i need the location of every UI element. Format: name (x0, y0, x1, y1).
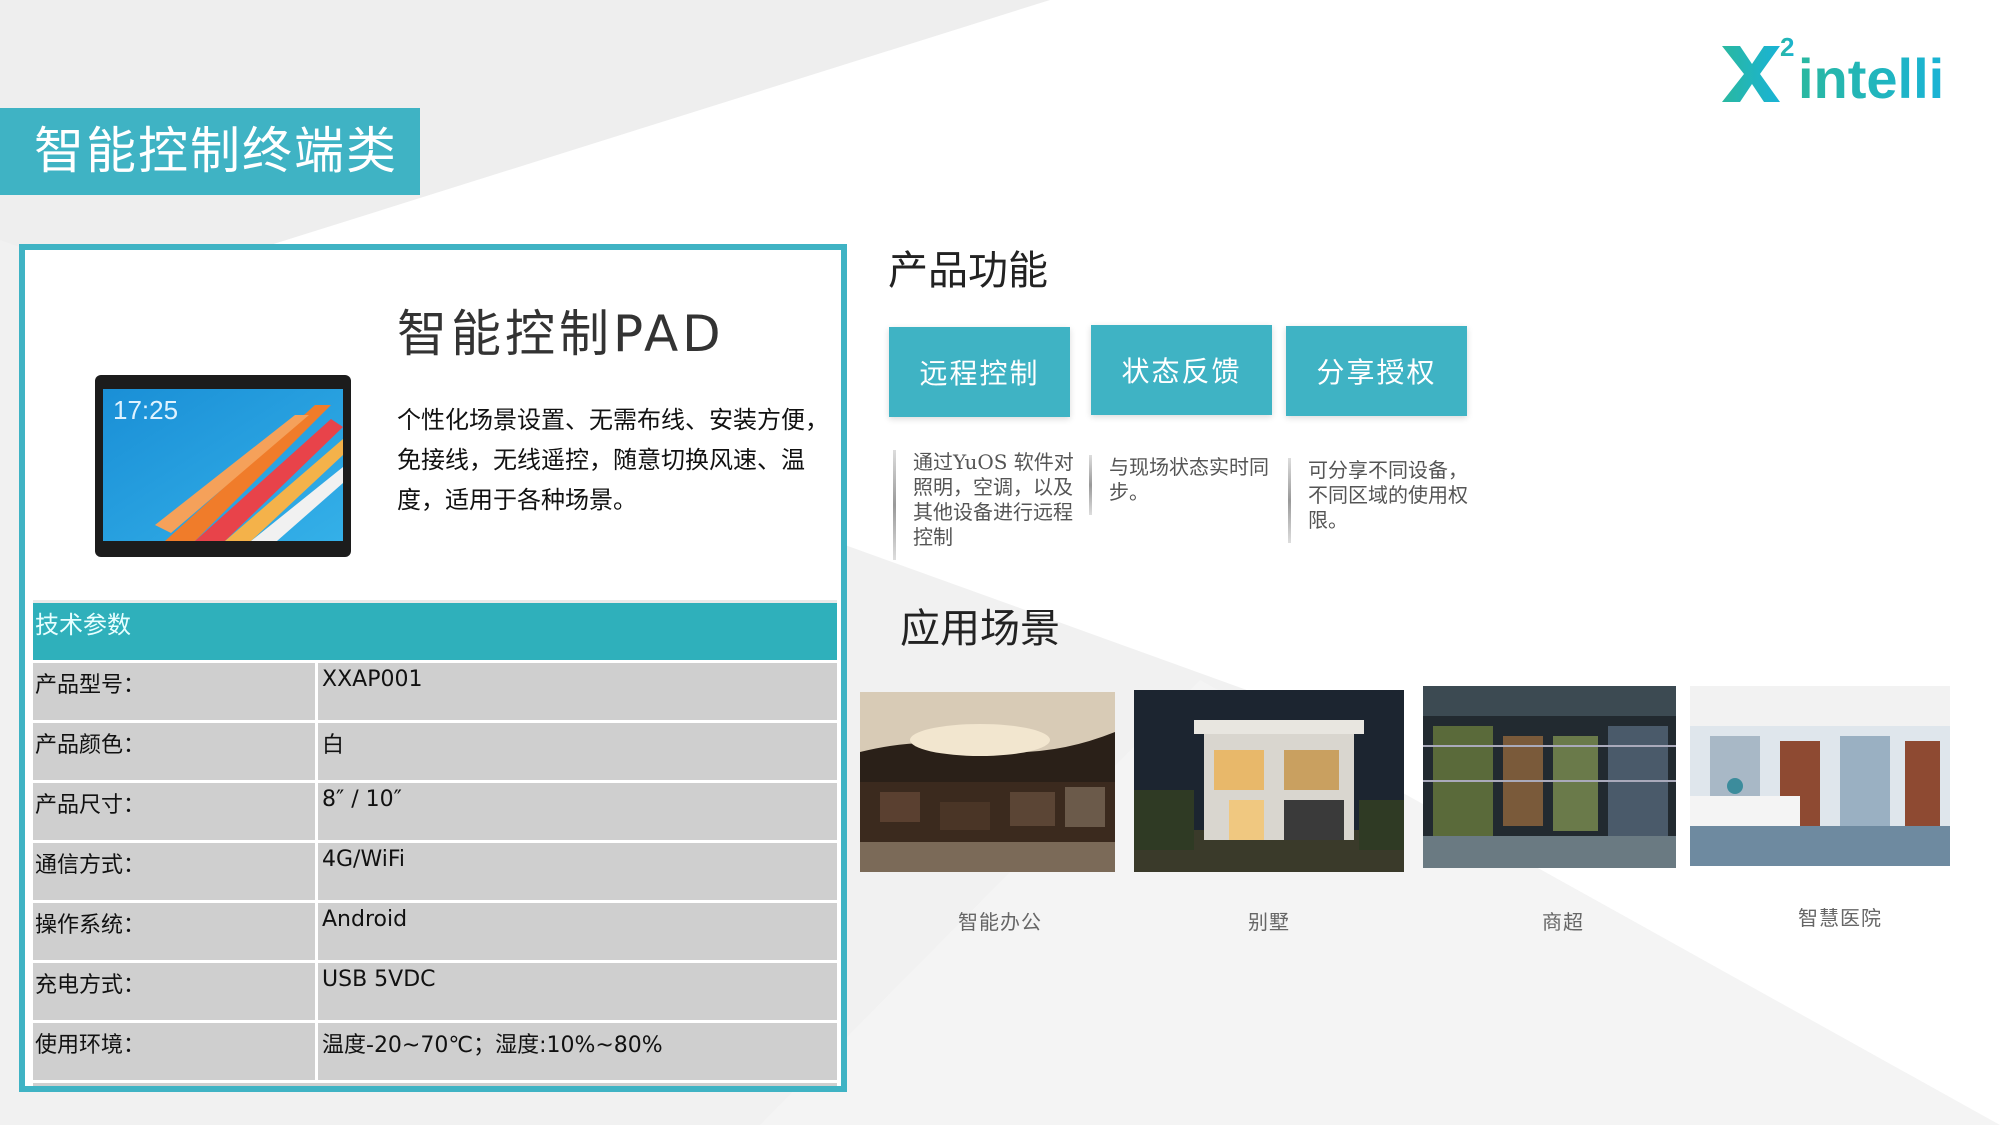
scene-office-image (860, 692, 1115, 872)
page-title: 智能控制终端类 (0, 108, 420, 195)
spec-value: Android (322, 907, 408, 932)
features-title: 产品功能 (888, 248, 1048, 294)
scene-villa-label: 别墅 (1248, 910, 1290, 934)
feature-status-feedback-button[interactable]: 状态反馈 (1091, 325, 1272, 415)
product-name: 智能控制PAD (397, 305, 725, 363)
table-row: 产品颜色： 白 (33, 720, 837, 780)
spec-value: 8″ / 10″ (322, 787, 402, 812)
svg-text:17:25: 17:25 (113, 395, 178, 425)
tablet-image: 17:25 (95, 375, 351, 557)
svg-text:intelli: intelli (1798, 47, 1944, 106)
spec-label: 产品型号： (33, 663, 318, 720)
scene-hospital-label: 智慧医院 (1798, 906, 1882, 930)
spec-table-header: 技术参数 (33, 600, 837, 660)
table-row: 通信方式： 4G/WiFi (33, 840, 837, 900)
product-description: 个性化场景设置、无需布线、安装方便，免接线，无线遥控，随意切换风速、温度，适用于… (397, 406, 829, 514)
svg-text:2: 2 (1780, 32, 1794, 62)
spec-value: 白 (322, 733, 345, 758)
table-row: 产品尺寸： 8″ / 10″ (33, 780, 837, 840)
spec-label: 通信方式： (33, 843, 318, 900)
spec-table: 技术参数 产品型号： XXAP001 产品颜色： 白 产品尺寸： 8″ / 10… (33, 600, 837, 1086)
spec-label: 操作系统： (33, 903, 318, 960)
scene-hospital-image (1690, 686, 1950, 866)
table-row: 使用环境： 温度-20~70℃；湿度:10%~80% (33, 1020, 837, 1080)
spec-label: 使用环境： (33, 1023, 318, 1080)
feature-status-feedback-desc: 与现场状态实时同步。 (1089, 455, 1279, 515)
table-row: 操作系统： Android (33, 900, 837, 960)
spec-value: 4G/WiFi (322, 847, 406, 872)
spec-label: 产品颜色： (33, 723, 318, 780)
spec-value: USB 5VDC (322, 967, 436, 992)
spec-table-footer (33, 1080, 837, 1086)
product-card: 17:25 智能控制PAD 个性化场景设置、无需布线、安装方便，免接线，无线遥控… (19, 244, 847, 1092)
scene-villa-image (1134, 690, 1404, 872)
spec-label: 产品尺寸： (33, 783, 318, 840)
table-row: 充电方式： USB 5VDC (33, 960, 837, 1020)
feature-share-auth-desc: 可分享不同设备，不同区域的使用权限。 (1288, 458, 1478, 543)
scene-supermarket-label: 商超 (1542, 910, 1584, 934)
table-row: 产品型号： XXAP001 (33, 660, 837, 720)
scenarios-title: 应用场景 (900, 606, 1060, 652)
spec-value: XXAP001 (322, 667, 423, 692)
spec-value: 温度-20~70℃；湿度:10%~80% (322, 1033, 663, 1058)
spec-label: 充电方式： (33, 963, 318, 1020)
scene-office-label: 智能办公 (958, 910, 1042, 934)
feature-share-auth-button[interactable]: 分享授权 (1286, 326, 1467, 416)
feature-remote-control-button[interactable]: 远程控制 (889, 327, 1070, 417)
brand-logo: 2 intelli (1718, 26, 1958, 110)
feature-remote-control-desc: 通过YuOS 软件对照明，空调，以及其他设备进行远程控制 (893, 450, 1083, 560)
scene-supermarket-image (1423, 686, 1676, 868)
